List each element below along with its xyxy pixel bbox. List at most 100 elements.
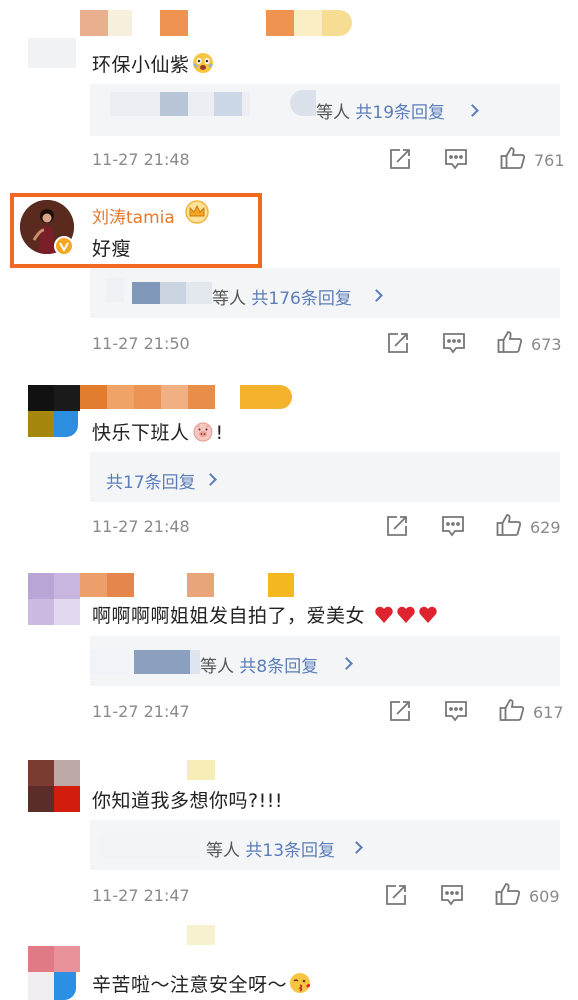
blurred-reply-user [160, 92, 188, 116]
share-icon[interactable] [385, 884, 407, 910]
reply-count-link[interactable]: 等人 共13条回复 [206, 836, 335, 861]
like-icon[interactable] [496, 513, 522, 541]
like-count: 761 [534, 151, 565, 170]
reply-count-link[interactable]: 等人 共176条回复 [212, 284, 352, 309]
surprised-emoji-icon [192, 52, 214, 79]
blurred-username [188, 385, 215, 409]
reply-count-link[interactable]: 共17条回复 [106, 468, 196, 493]
comment-time: 11-27 21:47 [92, 702, 190, 721]
reply-count: 共19条回复 [355, 103, 446, 123]
like-icon[interactable] [497, 330, 523, 358]
reply-count: 共176条回复 [251, 289, 352, 309]
blurred-avatar [54, 972, 76, 1000]
blurred-reply-user [290, 90, 316, 116]
blurred-username [80, 385, 107, 409]
comment-icon[interactable] [441, 515, 465, 541]
reply-preview[interactable]: 等人 共176条回复 [90, 268, 560, 318]
comment-time: 11-27 21:47 [92, 886, 190, 905]
blurred-avatar [28, 786, 54, 812]
blurred-avatar [54, 573, 80, 599]
blurred-avatar [28, 760, 54, 786]
blurred-username [107, 573, 134, 597]
blurred-avatar [28, 38, 76, 68]
blurred-avatar [54, 599, 80, 625]
reply-count-link[interactable]: 等人 共19条回复 [316, 98, 445, 123]
like-count: 629 [530, 518, 561, 537]
reply-prefix: 等人 [200, 657, 234, 677]
blurred-username [187, 760, 215, 780]
blurred-avatar [28, 411, 54, 437]
blurred-avatar [28, 599, 54, 625]
like-icon[interactable] [499, 698, 525, 726]
blurred-reply-user [134, 650, 190, 674]
reply-preview[interactable]: 等人 共13条回复 [90, 820, 560, 870]
reply-preview[interactable]: 共17条回复 [90, 452, 560, 502]
reply-count-link[interactable]: 等人 共8条回复 [200, 652, 318, 677]
chevron-right-icon [370, 289, 383, 302]
blurred-reply-user [214, 92, 242, 116]
blurred-username [240, 385, 292, 409]
reply-prefix: 等人 [316, 103, 350, 123]
share-icon[interactable] [387, 332, 409, 358]
blurred-reply-user [90, 650, 130, 674]
reply-preview[interactable]: 等人 共19条回复 [90, 84, 560, 136]
blurred-username [107, 385, 134, 409]
blurred-avatar [54, 786, 80, 812]
like-icon[interactable] [500, 146, 526, 174]
comment-icon[interactable] [442, 332, 466, 358]
blurred-reply-user [190, 650, 200, 674]
comment-time: 11-27 21:48 [92, 150, 190, 169]
username[interactable]: 刘涛tamia [92, 203, 175, 228]
blurred-reply-user [106, 278, 124, 302]
reply-count: 共17条回复 [106, 473, 196, 493]
blurred-username [187, 573, 214, 597]
kiss-emoji-icon [289, 972, 311, 999]
share-icon[interactable] [389, 148, 411, 174]
comment-time: 11-27 21:50 [92, 334, 190, 353]
blurred-username [160, 10, 188, 36]
blurred-username [161, 385, 188, 409]
reply-count: 共13条回复 [245, 841, 336, 861]
chevron-right-icon [340, 657, 353, 670]
comment-icon[interactable] [444, 148, 468, 174]
like-icon[interactable] [495, 882, 521, 910]
like-count: 617 [533, 703, 564, 722]
share-icon[interactable] [386, 515, 408, 541]
blurred-username [322, 10, 352, 36]
heart-icons [367, 605, 440, 627]
chevron-right-icon [204, 473, 217, 486]
comment-icon[interactable] [444, 700, 468, 726]
blurred-reply-user [160, 282, 186, 304]
blurred-avatar [54, 411, 78, 437]
comment-text: 辛苦啦～注意安全呀～ [92, 970, 311, 999]
blurred-avatar [28, 573, 54, 599]
pig-emoji-icon [192, 420, 214, 447]
blurred-avatar [54, 385, 80, 411]
blurred-username [108, 10, 132, 36]
comment-text: 快乐下班人 ! [92, 418, 224, 447]
blurred-reply-user [186, 282, 212, 304]
blurred-avatar [54, 760, 80, 786]
comment-text: 好瘦 [92, 238, 132, 260]
blurred-reply-user [100, 834, 200, 858]
verified-badge-icon [54, 236, 74, 256]
comment-text: 环保小仙紫 [92, 50, 214, 79]
reply-prefix: 等人 [206, 841, 240, 861]
reply-prefix: 等人 [212, 289, 246, 309]
blurred-avatar [28, 385, 54, 411]
crown-icon [184, 200, 210, 228]
blurred-avatar [28, 946, 54, 972]
reply-preview[interactable]: 等人 共8条回复 [90, 636, 560, 686]
blurred-avatar [28, 972, 54, 1000]
blurred-username [134, 385, 161, 409]
blurred-reply-user [132, 282, 160, 304]
like-count: 673 [531, 335, 562, 354]
blurred-avatar [54, 946, 80, 972]
comment-icon[interactable] [440, 884, 464, 910]
share-icon[interactable] [389, 700, 411, 726]
blurred-username [80, 573, 107, 597]
blurred-username [268, 573, 294, 597]
like-count: 609 [529, 887, 560, 906]
blurred-username [294, 10, 322, 36]
comment-time: 11-27 21:48 [92, 517, 190, 536]
